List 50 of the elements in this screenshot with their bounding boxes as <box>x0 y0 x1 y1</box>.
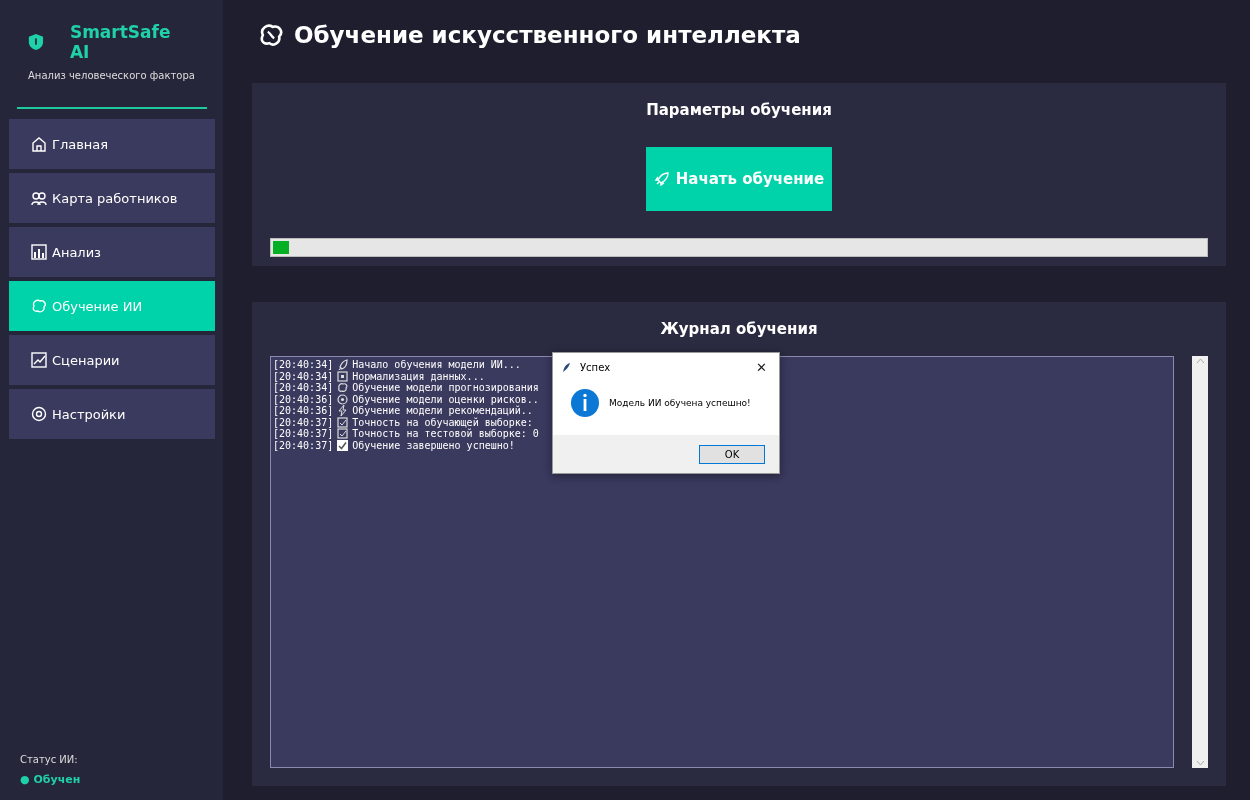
close-button[interactable]: ✕ <box>752 359 771 375</box>
log-message: Обучение модели рекомендаций.. <box>352 405 533 417</box>
log-timestamp: [20:40:36] <box>273 393 334 405</box>
chevron-up-icon <box>1195 358 1205 364</box>
log-message: Нормализация данных... <box>352 370 485 382</box>
log-timestamp: [20:40:36] <box>273 405 334 417</box>
log-text-area[interactable] <box>270 356 1174 768</box>
log-timestamp: [20:40:34] <box>273 359 334 371</box>
log-message: Точность на тестовой выборке: 0 <box>352 428 539 440</box>
feather-icon <box>561 361 572 373</box>
log-message: Точность на обучающей выборке: <box>352 416 533 428</box>
dialog-message: Модель ИИ обучена успешно! <box>609 398 751 408</box>
scrollbar[interactable] <box>1192 356 1208 768</box>
bar-chart-icon <box>31 244 47 260</box>
app-name: SmartSafe AI <box>69 22 172 62</box>
panel-title: Журнал обучения <box>660 320 818 338</box>
nav-item[interactable]: Карта работников <box>9 173 215 223</box>
chart-icon <box>31 352 47 368</box>
house-icon <box>31 136 47 152</box>
nav-item[interactable]: Главная <box>9 119 215 169</box>
lightning-icon <box>337 405 349 417</box>
shield-icon <box>28 34 44 50</box>
people-icon <box>31 190 47 206</box>
log-timestamp: [20:40:37] <box>273 416 334 428</box>
nav-item[interactable]: Сценарии <box>9 335 215 385</box>
log-timestamp: [20:40:34] <box>273 370 334 382</box>
log-message: Обучение завершено успешно! <box>352 439 515 451</box>
app-subtitle: Анализ человеческого фактора <box>27 70 196 81</box>
log-message: Обучение модели оценки рисков.. <box>352 393 539 405</box>
check-icon <box>337 439 349 451</box>
info-icon <box>571 389 599 417</box>
log-timestamp: [20:40:34] <box>273 382 334 394</box>
box-icon <box>337 370 349 382</box>
panel-title: Параметры обучения <box>646 101 832 119</box>
page-title: Обучение искусственного интеллекта <box>294 22 801 48</box>
checkbox-icon <box>337 416 349 428</box>
log-timestamp: [20:40:37] <box>273 428 334 440</box>
target-icon <box>337 393 349 405</box>
checkbox-icon <box>337 428 349 440</box>
status-label: Статус ИИ: <box>19 754 79 765</box>
ok-button[interactable]: OK <box>699 444 765 464</box>
log-timestamp: [20:40:37] <box>273 439 334 451</box>
log-message: Обучение модели прогнозирования <box>352 382 539 394</box>
log-message: Начало обучения модели ИИ... <box>352 359 521 371</box>
chevron-down-icon <box>1195 760 1205 766</box>
dialog-title: Успех <box>580 361 612 373</box>
nav-item[interactable]: Анализ <box>9 227 215 277</box>
gear-icon <box>31 406 47 422</box>
status-value: ● Обучен <box>19 773 82 786</box>
nav-item[interactable]: Настройки <box>9 389 215 439</box>
